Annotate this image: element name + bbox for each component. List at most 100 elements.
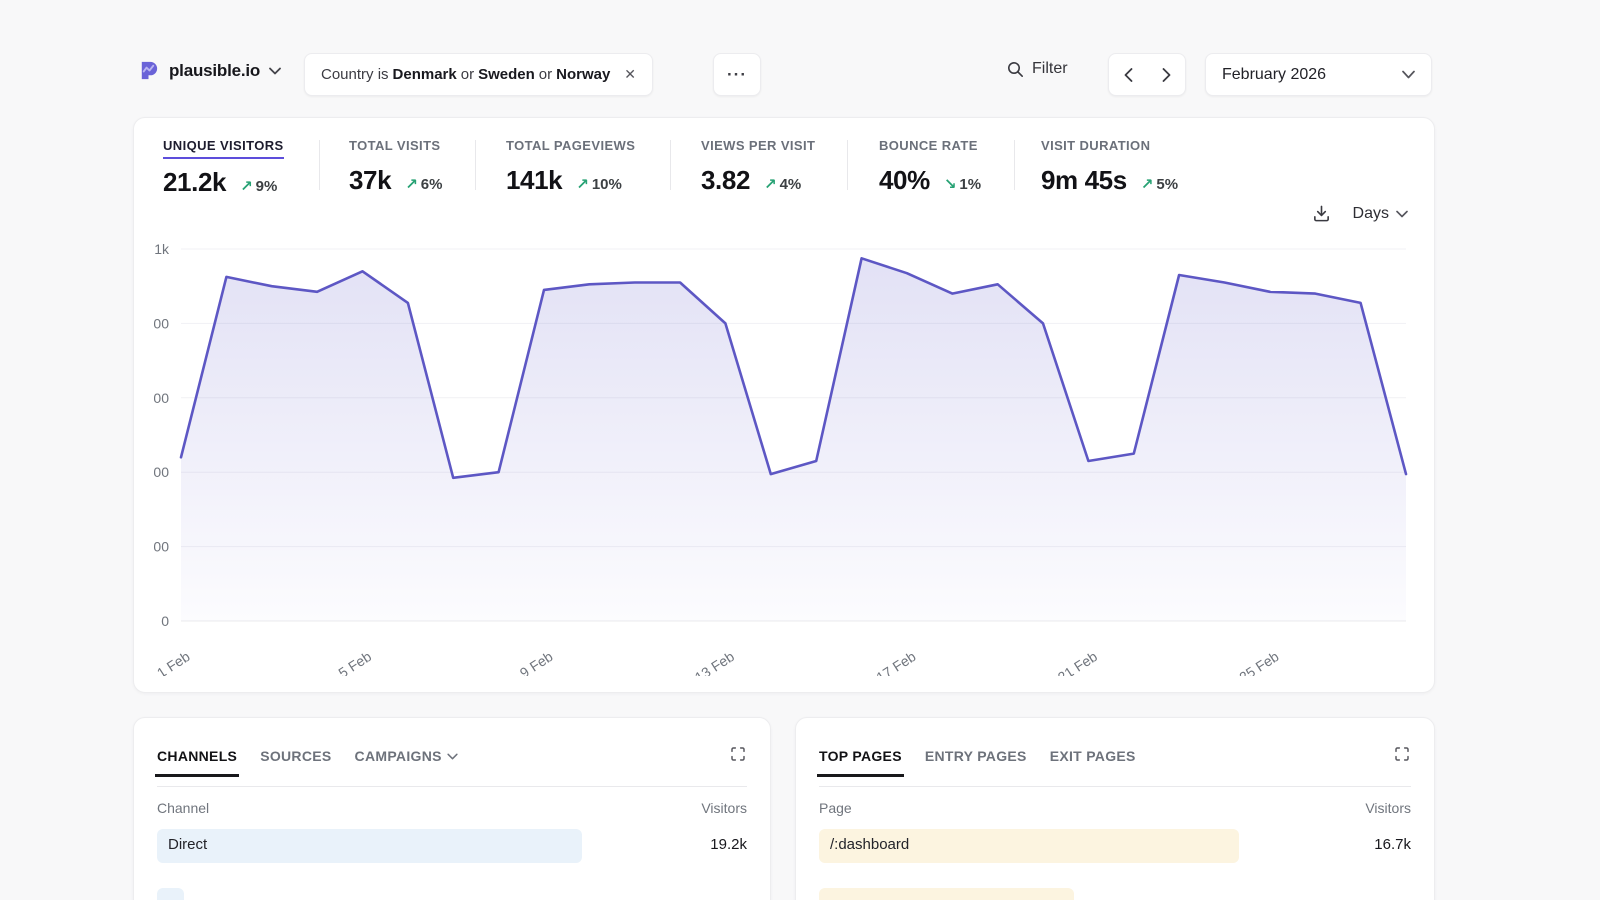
stat-value: 40% (879, 165, 930, 196)
stat-change: 4% (780, 176, 802, 193)
svg-text:200: 200 (154, 539, 169, 555)
stat-unique-visitors[interactable]: UNIQUE VISITORS 21.2k ↗9% (163, 138, 284, 198)
visitors-area-chart[interactable]: 0 200 400 600 800 1k 1 Feb 5 Feb 9 Feb 13 Feb 17 F… (154, 238, 1426, 676)
more-filters-button[interactable]: ··· (713, 53, 761, 96)
date-nav (1108, 53, 1186, 96)
stat-visit-duration[interactable]: VISIT DURATION 9m 45s ↗5% (1041, 138, 1178, 196)
tab-top-pages[interactable]: TOP PAGES (819, 735, 902, 777)
divider (475, 140, 476, 190)
trend-up-icon: ↗ (576, 175, 589, 193)
divider (819, 786, 1411, 787)
divider (1014, 140, 1015, 190)
filter-chip-country[interactable]: Country is Denmark or Sweden or Norway ✕ (304, 53, 653, 96)
tab-channels[interactable]: CHANNELS (157, 735, 237, 777)
chevron-down-icon (447, 753, 458, 760)
stat-value: 9m 45s (1041, 165, 1127, 196)
trend-up-icon: ↗ (240, 177, 253, 195)
stat-label: UNIQUE VISITORS (163, 138, 284, 159)
next-period-button[interactable] (1147, 54, 1185, 95)
stat-value: 141k (506, 165, 562, 196)
stat-label: TOTAL VISITS (349, 138, 442, 157)
table-row-partial[interactable] (819, 888, 1411, 900)
tab-entry-pages[interactable]: ENTRY PAGES (925, 735, 1027, 777)
tab-exit-pages[interactable]: EXIT PAGES (1050, 735, 1136, 777)
svg-text:1 Feb: 1 Feb (154, 648, 193, 676)
download-export-icon[interactable] (1312, 204, 1331, 223)
expand-panel-icon[interactable] (730, 746, 746, 762)
chip-country-norway: Norway (556, 66, 610, 83)
svg-text:5 Feb: 5 Feb (335, 648, 374, 676)
row-label[interactable]: Direct (168, 836, 207, 853)
chevron-down-icon (1402, 70, 1415, 79)
remove-filter-icon[interactable]: ✕ (624, 66, 636, 83)
filter-button[interactable]: Filter (1007, 60, 1068, 78)
stat-change: 5% (1156, 176, 1178, 193)
row-value: 19.2k (710, 836, 747, 853)
svg-text:17 Feb: 17 Feb (873, 648, 918, 676)
svg-text:600: 600 (154, 390, 169, 406)
channels-panel: CHANNELS SOURCES CAMPAIGNS Channel Visit… (133, 717, 771, 900)
svg-text:25 Feb: 25 Feb (1236, 648, 1281, 676)
row-bar (157, 829, 582, 863)
filter-button-label: Filter (1032, 60, 1068, 78)
table-row[interactable]: Direct 19.2k (157, 829, 747, 863)
trend-up-icon: ↗ (764, 175, 777, 193)
divider (157, 786, 747, 787)
row-bar (819, 888, 1074, 900)
stat-change: 10% (592, 176, 622, 193)
svg-text:21 Feb: 21 Feb (1055, 648, 1100, 676)
stat-change: 1% (959, 176, 981, 193)
divider (670, 140, 671, 190)
plausible-logo-icon (137, 59, 160, 82)
trend-down-icon: ↘ (944, 175, 957, 193)
tab-campaigns[interactable]: CAMPAIGNS (355, 735, 458, 777)
chip-country-sweden: Sweden (478, 66, 535, 83)
svg-text:9 Feb: 9 Feb (517, 648, 556, 676)
stat-label: TOTAL PAGEVIEWS (506, 138, 635, 157)
svg-text:13 Feb: 13 Feb (692, 648, 737, 676)
site-switcher[interactable]: plausible.io (137, 59, 281, 82)
svg-text:400: 400 (154, 464, 169, 480)
stat-value: 3.82 (701, 165, 750, 196)
expand-panel-icon[interactable] (1394, 746, 1410, 762)
stat-change: 6% (421, 176, 443, 193)
prev-period-button[interactable] (1109, 54, 1147, 95)
chip-country-denmark: Denmark (393, 66, 457, 83)
table-row[interactable]: /:dashboard 16.7k (819, 829, 1411, 863)
tab-sources[interactable]: SOURCES (260, 735, 331, 777)
table-row-partial[interactable] (157, 888, 747, 900)
stat-value: 21.2k (163, 167, 226, 198)
stat-total-pageviews[interactable]: TOTAL PAGEVIEWS 141k ↗10% (506, 138, 635, 196)
column-header-channel: Channel (157, 800, 209, 816)
trend-up-icon: ↗ (405, 175, 418, 193)
stat-total-visits[interactable]: TOTAL VISITS 37k ↗6% (349, 138, 442, 196)
stat-label: VISIT DURATION (1041, 138, 1178, 157)
divider (319, 140, 320, 190)
svg-text:800: 800 (154, 315, 169, 331)
svg-text:0: 0 (161, 613, 169, 629)
chip-prefix: Country is (321, 66, 389, 83)
trend-up-icon: ↗ (1141, 175, 1154, 193)
stat-change: 9% (256, 178, 278, 195)
stat-views-per-visit[interactable]: VIEWS PER VISIT 3.82 ↗4% (701, 138, 815, 196)
date-range-picker[interactable]: February 2026 (1205, 53, 1432, 96)
tab-campaigns-label: CAMPAIGNS (355, 735, 442, 777)
column-header-visitors[interactable]: Visitors (1365, 800, 1411, 816)
site-name: plausible.io (169, 61, 260, 81)
svg-text:1k: 1k (154, 241, 170, 257)
row-bar (157, 888, 184, 900)
row-label[interactable]: /:dashboard (830, 836, 909, 853)
pages-panel: TOP PAGES ENTRY PAGES EXIT PAGES Page Vi… (795, 717, 1435, 900)
divider (847, 140, 848, 190)
search-icon (1007, 61, 1024, 78)
column-header-page: Page (819, 800, 852, 816)
interval-label: Days (1353, 205, 1389, 223)
stat-bounce-rate[interactable]: BOUNCE RATE 40% ↘1% (879, 138, 981, 196)
stat-label: VIEWS PER VISIT (701, 138, 815, 157)
chevron-down-icon (269, 67, 281, 75)
row-value: 16.7k (1374, 836, 1411, 853)
chevron-down-icon (1396, 210, 1408, 218)
chip-or: or (539, 66, 552, 83)
column-header-visitors[interactable]: Visitors (701, 800, 747, 816)
interval-dropdown[interactable]: Days (1353, 205, 1408, 223)
